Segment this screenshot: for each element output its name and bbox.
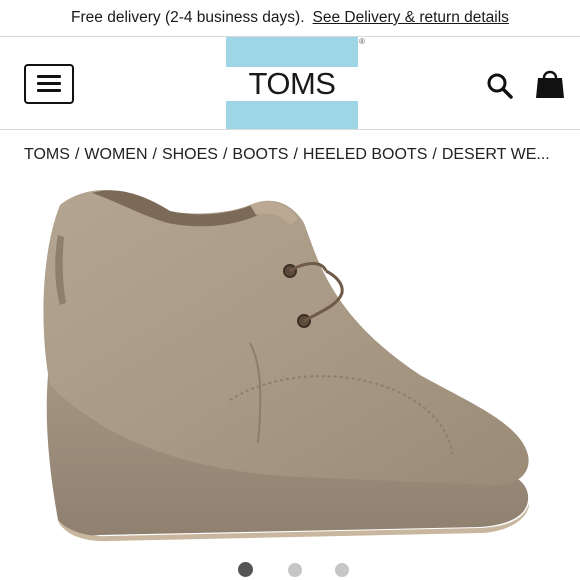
breadcrumb-women[interactable]: WOMEN bbox=[84, 146, 147, 164]
search-button[interactable] bbox=[485, 71, 515, 101]
product-image-carousel[interactable] bbox=[0, 175, 580, 545]
suede-wedge-bootie-image bbox=[43, 190, 530, 542]
logo-wordmark: TOMS bbox=[248, 66, 337, 101]
breadcrumb-shoes[interactable]: SHOES bbox=[162, 146, 218, 164]
hamburger-menu-icon bbox=[37, 75, 61, 78]
breadcrumb-toms[interactable]: TOMS bbox=[24, 146, 70, 164]
logo-band-bottom bbox=[226, 101, 358, 129]
carousel-pagination bbox=[0, 560, 580, 580]
carousel-dot-1[interactable] bbox=[238, 562, 253, 577]
logo-band-top bbox=[226, 37, 358, 67]
delivery-details-link[interactable]: See Delivery & return details bbox=[313, 9, 509, 27]
shopping-bag-button[interactable] bbox=[533, 67, 567, 101]
breadcrumb-separator: / bbox=[152, 146, 157, 163]
breadcrumb-separator: / bbox=[74, 146, 80, 163]
breadcrumb-boots[interactable]: BOOTS bbox=[232, 146, 288, 164]
breadcrumb-separator: / bbox=[293, 146, 298, 163]
carousel-dot-3[interactable] bbox=[335, 563, 349, 577]
registered-mark: ® bbox=[359, 37, 365, 46]
hamburger-menu-button[interactable] bbox=[24, 64, 74, 104]
breadcrumb-separator: / bbox=[432, 146, 437, 163]
promo-banner: Free delivery (2-4 business days). See D… bbox=[0, 0, 580, 36]
shopping-bag-icon bbox=[536, 70, 564, 98]
breadcrumb: TOMS / WOMEN / SHOES / BOOTS / HEELED BO… bbox=[24, 140, 576, 170]
toms-logo[interactable]: TOMS ® bbox=[226, 37, 365, 129]
promo-text: Free delivery (2-4 business days). bbox=[71, 9, 305, 26]
carousel-dot-2[interactable] bbox=[288, 563, 302, 577]
breadcrumb-separator: / bbox=[222, 146, 228, 163]
search-icon bbox=[487, 73, 513, 99]
site-header: TOMS ® bbox=[0, 36, 580, 130]
breadcrumb-heeled-boots[interactable]: HEELED BOOTS bbox=[303, 146, 427, 164]
breadcrumb-current-product: DESERT WE... bbox=[441, 146, 550, 163]
